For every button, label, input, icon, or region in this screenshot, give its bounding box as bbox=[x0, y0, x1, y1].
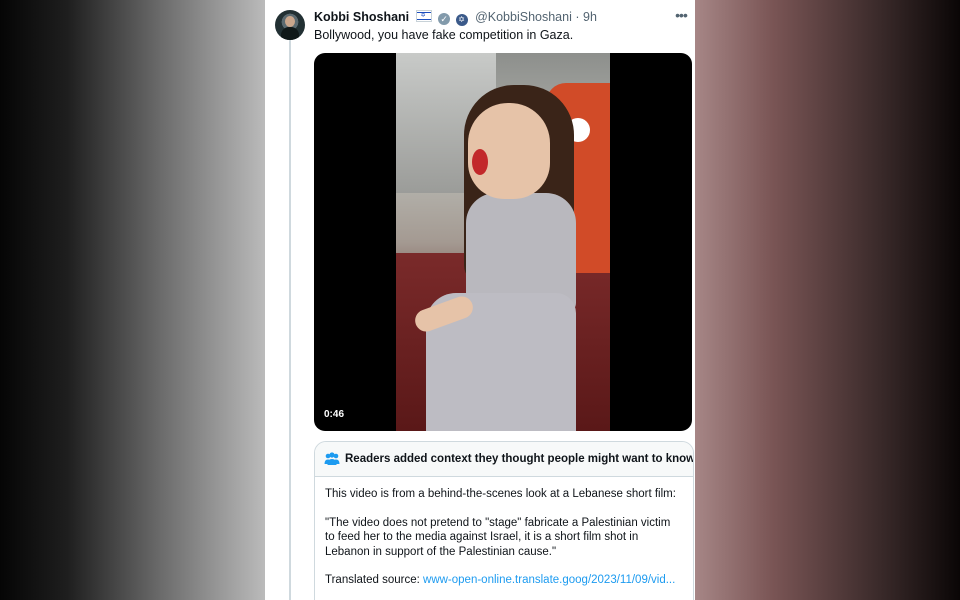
source-link[interactable]: www-open-online.translate.goog/2023/11/0… bbox=[423, 574, 675, 586]
affiliation-badge-icon[interactable]: ✡ bbox=[455, 14, 468, 26]
avatar-body bbox=[281, 27, 299, 40]
header-separator: · bbox=[575, 10, 580, 24]
community-note-paragraph-1: This video is from a behind-the-scenes l… bbox=[325, 488, 676, 500]
verified-badge-icon[interactable]: ✓ bbox=[438, 13, 451, 25]
people-icon bbox=[324, 452, 340, 465]
source-label: Translated source: bbox=[325, 574, 424, 586]
more-icon[interactable]: ••• bbox=[673, 8, 689, 24]
video-duration: 0:46 bbox=[324, 409, 345, 420]
video-scene-blood bbox=[472, 149, 488, 175]
avatar[interactable] bbox=[275, 10, 305, 40]
tweet-card: Kobbi Shoshani ✡ ✓ ✡ @KobbiShoshani · 9h… bbox=[265, 0, 695, 600]
thread-line bbox=[289, 40, 291, 600]
video-player[interactable]: 0:46 bbox=[314, 53, 692, 431]
video-frame[interactable] bbox=[396, 53, 610, 431]
background-left bbox=[0, 0, 268, 600]
background-right bbox=[692, 0, 960, 600]
israel-flag-icon: ✡ bbox=[415, 10, 432, 22]
tweet-text: Bollywood, you have fake competition in … bbox=[314, 28, 574, 42]
community-note-title: Readers added context they thought peopl… bbox=[345, 453, 694, 465]
tweet-header: Kobbi Shoshani ✡ ✓ ✡ @KobbiShoshani · 9h bbox=[314, 10, 694, 28]
community-note-paragraph-2: "The video does not pretend to "stage" f… bbox=[325, 516, 671, 558]
community-note-source: Translated source: www-open-online.trans… bbox=[325, 573, 683, 588]
community-note-header[interactable]: Readers added context they thought peopl… bbox=[315, 442, 693, 477]
community-note: Readers added context they thought peopl… bbox=[314, 441, 694, 600]
tweet-time[interactable]: 9h bbox=[583, 10, 597, 24]
community-note-body: This video is from a behind-the-scenes l… bbox=[315, 477, 693, 588]
author-handle[interactable]: @KobbiShoshani bbox=[475, 10, 572, 24]
avatar-head bbox=[285, 16, 295, 27]
author-name[interactable]: Kobbi Shoshani bbox=[314, 10, 409, 24]
